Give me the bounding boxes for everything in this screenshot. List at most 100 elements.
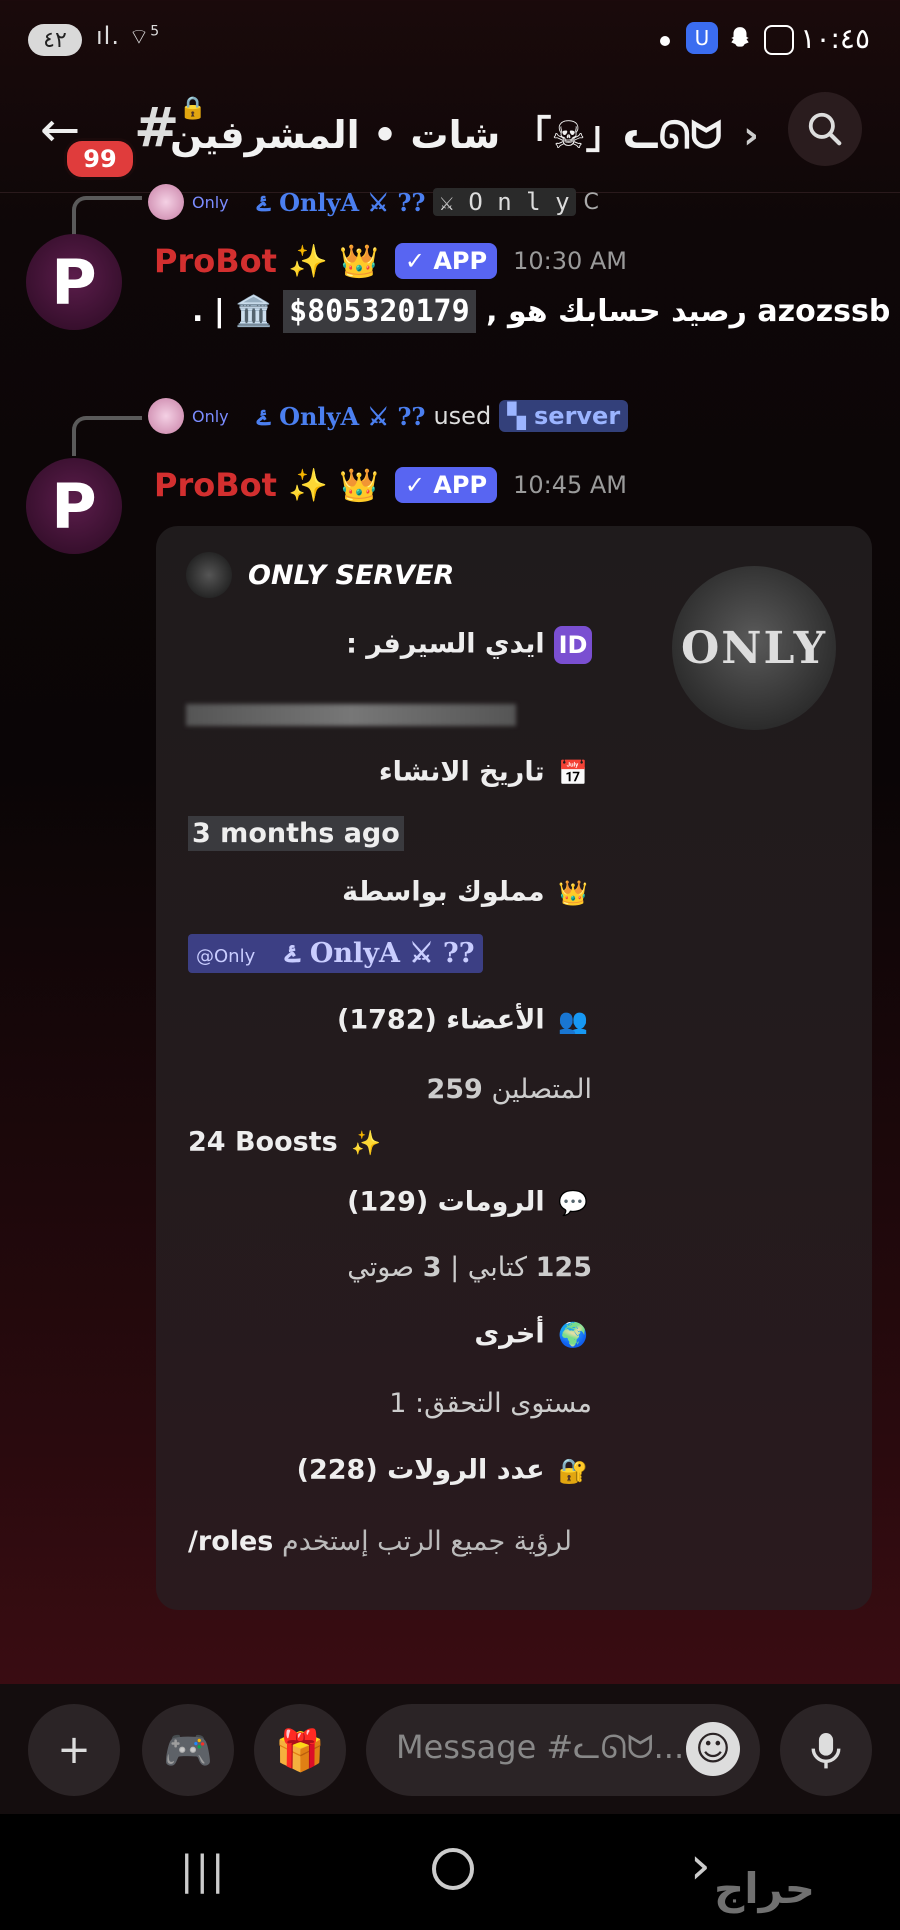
slash-command[interactable]: ▚ server — [499, 400, 629, 432]
created-value: 3 months ago — [188, 816, 404, 851]
composer-bar: + 🎮 🎁 Message #ᓚᘏᗢ... ☺ — [0, 1684, 900, 1814]
snapchat-icon — [724, 22, 756, 54]
clock: ١٠:٤٥ — [800, 22, 870, 55]
timestamp: 10:45 AM — [513, 471, 627, 499]
microphone-icon — [811, 1733, 841, 1769]
reply-connector — [72, 416, 142, 456]
voice-count: 3 — [422, 1252, 442, 1283]
reply-trailing: C — [583, 189, 599, 215]
thumbnail-logo: ONLY — [680, 622, 828, 674]
message-body: . | 🏛️ $805320179 , رصيد حسابك هو azozss… — [192, 290, 900, 333]
reply-preview[interactable]: Only ۓ OnlyA ⚔ ?? ⚔ O n l y C — [148, 184, 599, 220]
chevron-right-icon: › — [743, 113, 759, 157]
balance-amount: $805320179 — [283, 290, 476, 333]
message-input[interactable]: Message #ᓚᘏᗢ... ☺ — [366, 1704, 760, 1796]
app-badge: ✓ APP — [394, 243, 498, 279]
role-tag: Only — [192, 406, 229, 426]
online-value: 259 — [426, 1074, 483, 1105]
boosts-label: 24 Boosts — [188, 1126, 338, 1158]
id-icon: ID — [554, 626, 592, 664]
search-button[interactable] — [788, 92, 862, 166]
voice-button[interactable] — [780, 1704, 872, 1796]
channel-title[interactable]: شات • المشرفين 「☠」ᓚᘏᗢ › — [170, 104, 759, 159]
gamepad-icon: 🎮 — [163, 1727, 213, 1774]
watermark: حراج — [714, 1864, 816, 1913]
status-bar: ٤٢ ıl. ⌔5 U ١٠:٤٥ — [0, 0, 900, 82]
members-label: الأعضاء (1782) — [337, 1004, 545, 1036]
bot-name[interactable]: ProBot ✨ 👑 — [154, 242, 379, 280]
probot-avatar[interactable]: P — [26, 234, 122, 330]
created-label: تاريخ الانشاء — [378, 756, 545, 788]
members-icon: 👥 — [558, 1007, 588, 1035]
server-id-label: : ايدي السيرفر — [346, 628, 545, 660]
bot-name[interactable]: ProBot ✨ 👑 — [154, 466, 379, 504]
mention-name: ۓ OnlyA ⚔ ?? — [284, 938, 475, 969]
add-button[interactable]: + — [28, 1704, 120, 1796]
embed-thumbnail[interactable]: ONLY — [672, 566, 836, 730]
created-row: تاريخ الانشاء 📅 — [379, 754, 592, 792]
roles-row: عدد الرولات (228) 🔐 — [297, 1452, 592, 1490]
back-nav-icon[interactable]: › — [690, 1836, 711, 1896]
owner-mention[interactable]: @Only ۓ OnlyA ⚔ ?? — [188, 934, 483, 973]
voice-label: صوتي — [347, 1252, 415, 1283]
rooms-detail-row: 125 كتابي | 3 صوتي — [347, 1252, 592, 1283]
globe-icon: 🌍 — [558, 1321, 588, 1349]
body-tail: . | 🏛️ — [192, 294, 273, 329]
speech-bubble-icon: 💬 — [558, 1189, 588, 1217]
reply-username[interactable]: ۓ OnlyA ⚔ ?? — [257, 188, 426, 217]
gift-icon: 🎁 — [275, 1727, 325, 1774]
server-icon — [186, 552, 232, 598]
app-badge: ✓ APP — [394, 467, 498, 503]
channel-header: ← 99 #🔒 شات • المشرفين 「☠」ᓚᘏᗢ › — [0, 82, 900, 193]
used-label: used — [433, 402, 492, 430]
roles-hint: لرؤية جميع الرتب إستخدم roles/ — [188, 1526, 572, 1557]
reply-username[interactable]: ۓ OnlyA ⚔ ?? — [257, 402, 426, 431]
text-count: 125 — [535, 1252, 592, 1283]
members-row: الأعضاء (1782) 👥 — [337, 1002, 592, 1040]
calendar-icon: 📅 — [558, 759, 588, 787]
rooms-label: الرومات (129) — [347, 1186, 545, 1218]
roles-hint-text: لرؤية جميع الرتب إستخدم — [281, 1526, 572, 1557]
sparkles-icon: ✨ — [351, 1129, 382, 1157]
shield-icon: U — [686, 22, 718, 54]
emoji-icon[interactable]: ☺ — [686, 1722, 740, 1776]
timestamp: 10:30 AM — [513, 247, 627, 275]
message-header: ProBot ✨ 👑 ✓ APP 10:30 AM — [154, 242, 627, 280]
server-info-embed: ONLY SERVER ONLY : ايدي السيرفر ID تاريخ… — [156, 526, 872, 1610]
message-header: ProBot ✨ 👑 ✓ APP 10:45 AM — [154, 466, 627, 504]
avatar — [148, 398, 184, 434]
lock-key-icon: 🔐 — [558, 1457, 588, 1485]
battery-icon: ٤٢ — [28, 24, 82, 56]
roles-command[interactable]: roles/ — [188, 1526, 273, 1557]
embed-title: ONLY SERVER — [248, 559, 455, 591]
probot-avatar[interactable]: P — [26, 458, 122, 554]
channel-name[interactable]: شات • المشرفين 「☠」ᓚᘏᗢ — [170, 113, 722, 157]
online-label: المتصلين — [491, 1074, 592, 1105]
owner-label: مملوك بواسطة — [342, 876, 545, 908]
crown-icon: 👑 — [558, 879, 588, 907]
notification-dot — [660, 36, 670, 46]
reply-preview[interactable]: Only ۓ OnlyA ⚔ ?? used ▚ server — [148, 398, 629, 434]
message-placeholder: Message #ᓚᘏᗢ... — [396, 1728, 685, 1766]
online-row: المتصلين 259 — [426, 1074, 592, 1105]
verification-row: مستوى التحقق: 1 — [389, 1388, 592, 1419]
activities-button[interactable]: 🎮 — [142, 1704, 234, 1796]
rooms-row: الرومات (129) 💬 — [347, 1184, 592, 1222]
gift-button[interactable]: 🎁 — [254, 1704, 346, 1796]
other-row: أخرى 🌍 — [474, 1316, 592, 1354]
recent-apps-icon[interactable]: ||| — [180, 1848, 226, 1894]
mention-tag: @Only — [196, 946, 256, 967]
reply-snippet: ⚔ O n l y — [433, 188, 576, 216]
roles-label: عدد الرولات (228) — [296, 1454, 545, 1486]
wifi-icon: ⌔5 — [128, 23, 161, 50]
owner-row: مملوك بواسطة 👑 — [342, 874, 592, 912]
redacted-id — [186, 704, 516, 726]
boosts-row: 24 Boosts ✨ — [188, 1124, 385, 1162]
signal-icon: ıl. ⌔5 — [96, 22, 161, 50]
system-nav-bar: ||| › حراج — [0, 1814, 900, 1930]
plus-icon: + — [57, 1727, 91, 1773]
embed-author: ONLY SERVER — [186, 552, 454, 598]
home-icon[interactable] — [432, 1848, 474, 1890]
role-tag: Only — [192, 192, 229, 212]
screenshot-icon — [764, 25, 794, 55]
